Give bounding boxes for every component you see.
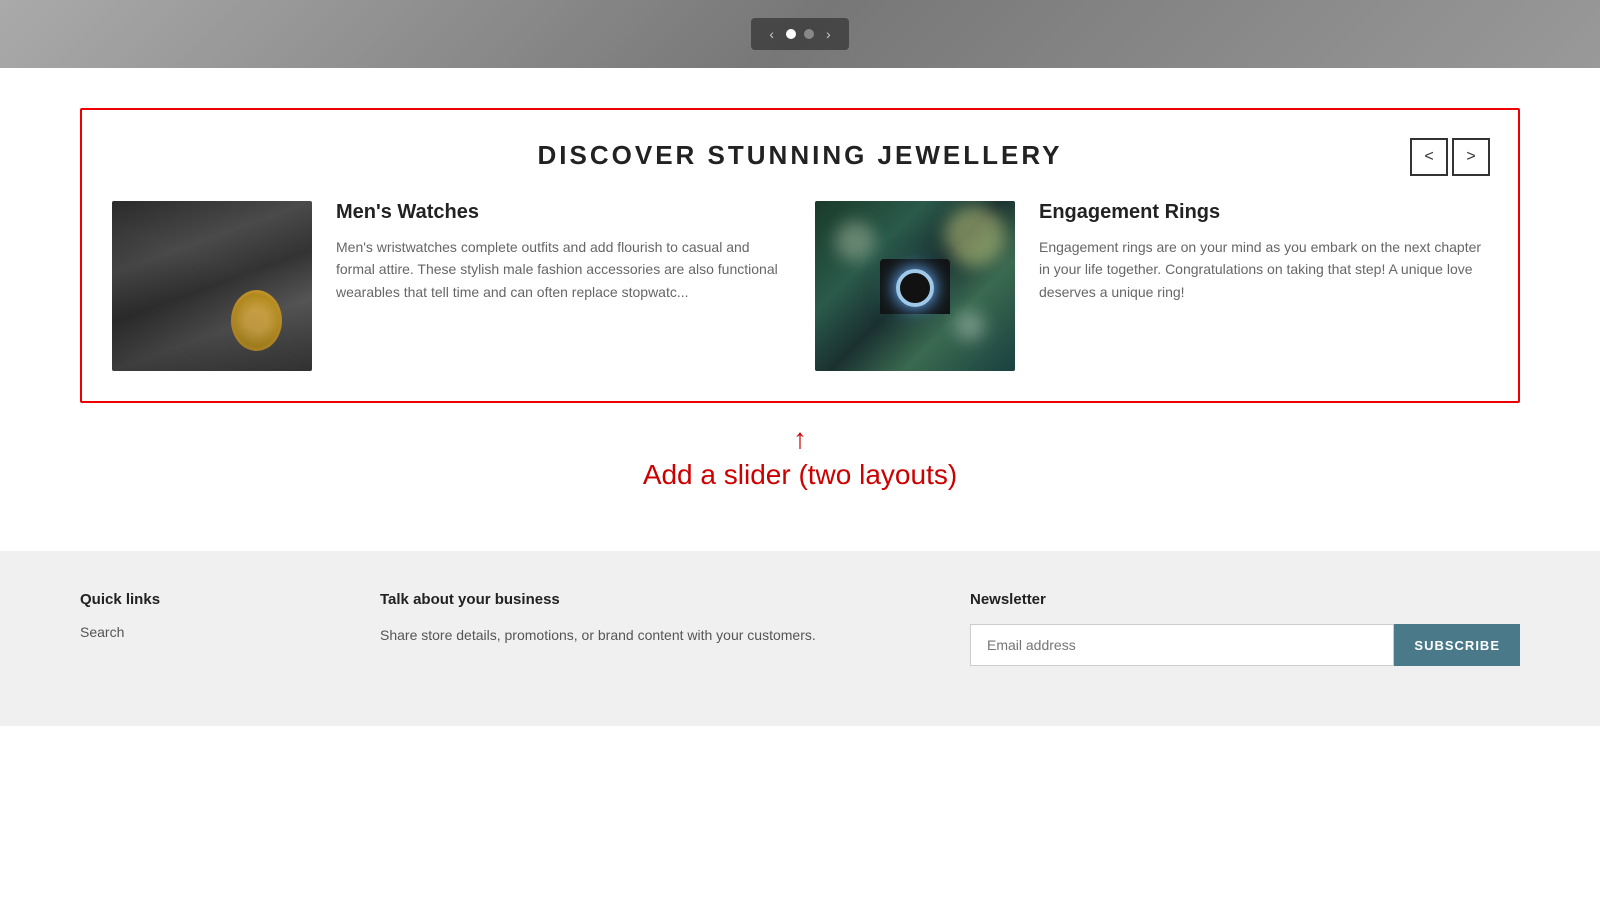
card-watches: Men's Watches Men's wristwatches complet… xyxy=(112,201,815,371)
newsletter-form: SUBSCRIBE xyxy=(970,624,1520,666)
business-text: Share store details, promotions, or bran… xyxy=(380,624,930,646)
hero-banner: ‹ › xyxy=(0,0,1600,68)
email-input[interactable] xyxy=(970,624,1394,666)
newsletter-title: Newsletter xyxy=(970,591,1520,608)
footer-link-search[interactable]: Search xyxy=(80,624,340,640)
jewellery-title: DISCOVER STUNNING JEWELLERY xyxy=(112,140,1488,171)
card-rings-title: Engagement Rings xyxy=(1039,201,1488,224)
slider-dot-2[interactable] xyxy=(804,29,814,39)
annotation-arrow: ↑ xyxy=(793,423,807,455)
ring-box xyxy=(880,259,950,314)
card-watches-image xyxy=(112,201,312,371)
subscribe-button[interactable]: SUBSCRIBE xyxy=(1394,624,1520,666)
quick-links-title: Quick links xyxy=(80,591,340,608)
hero-next-arrow[interactable]: › xyxy=(822,24,835,44)
card-watches-desc: Men's wristwatches complete outfits and … xyxy=(336,236,785,303)
jewellery-prev-button[interactable]: < xyxy=(1410,138,1448,176)
annotation-text: Add a slider (two layouts) xyxy=(643,459,957,491)
slider-controls: ‹ › xyxy=(751,18,848,50)
annotation-area: ↑ Add a slider (two layouts) xyxy=(80,403,1520,521)
card-rings-desc: Engagement rings are on your mind as you… xyxy=(1039,236,1488,303)
slider-dot-1[interactable] xyxy=(786,29,796,39)
watch-photo xyxy=(112,201,312,371)
card-watches-content: Men's Watches Men's wristwatches complet… xyxy=(336,201,785,303)
footer-quick-links: Quick links Search xyxy=(80,591,340,666)
jewellery-next-button[interactable]: > xyxy=(1452,138,1490,176)
cards-row: Men's Watches Men's wristwatches complet… xyxy=(112,201,1488,371)
footer-newsletter: Newsletter SUBSCRIBE xyxy=(970,591,1520,666)
card-rings-image xyxy=(815,201,1015,371)
footer-business: Talk about your business Share store det… xyxy=(380,591,930,666)
jewellery-nav: < > xyxy=(1410,138,1490,176)
business-title: Talk about your business xyxy=(380,591,930,608)
card-watches-title: Men's Watches xyxy=(336,201,785,224)
footer: Quick links Search Talk about your busin… xyxy=(0,551,1600,726)
card-rings: Engagement Rings Engagement rings are on… xyxy=(815,201,1488,371)
hero-prev-arrow[interactable]: ‹ xyxy=(765,24,778,44)
jewellery-section: DISCOVER STUNNING JEWELLERY < > Men's Wa… xyxy=(80,108,1520,403)
card-rings-content: Engagement Rings Engagement rings are on… xyxy=(1039,201,1488,303)
ring-photo xyxy=(815,201,1015,371)
main-content: DISCOVER STUNNING JEWELLERY < > Men's Wa… xyxy=(0,68,1600,551)
